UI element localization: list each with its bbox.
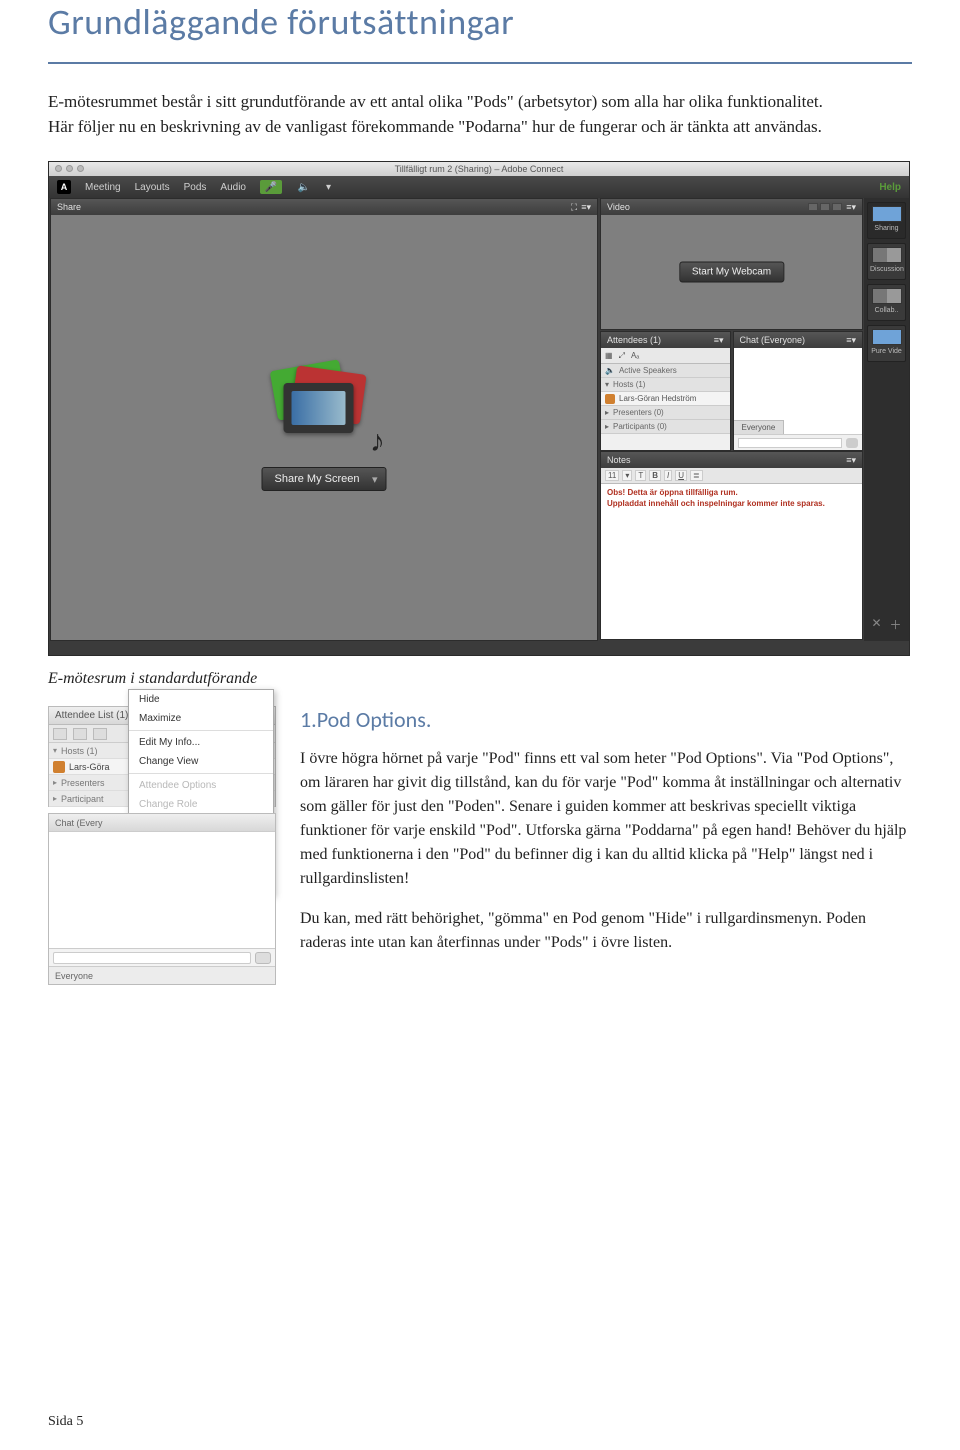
bold-icon[interactable]: B xyxy=(649,470,661,481)
chat-panel-small: Chat (Every Everyone xyxy=(48,813,276,985)
figure-caption: E-mötesrum i standardutförande xyxy=(48,670,912,688)
pod-options-icon[interactable]: ≡▾ xyxy=(846,335,856,346)
video-layout-icons[interactable] xyxy=(808,203,842,211)
menu-item-edit-my-info[interactable]: Edit My Info... xyxy=(129,733,273,752)
layout-rail: Sharing Discussion Collab.. Pure Vide ✕ … xyxy=(864,198,909,641)
chat-text-input[interactable] xyxy=(738,438,843,448)
video-pod-title: Video xyxy=(607,202,630,212)
window-title: Tillfälligt rum 2 (Sharing) – Adobe Conn… xyxy=(395,164,564,174)
share-pod-header: Share ⛶ ≡▾ xyxy=(51,199,597,215)
notes-toolbar: 11▾ T B I U ≣ xyxy=(601,468,862,484)
active-speakers-row: 🔈Active Speakers xyxy=(601,364,730,378)
menu-help[interactable]: Help xyxy=(879,182,901,193)
title-rule xyxy=(48,62,912,64)
attendees-toolbar: ▦ ⤢ Aₐ xyxy=(601,348,730,364)
speaker-icon[interactable]: 🔈 xyxy=(296,180,312,194)
hosts-section[interactable]: ▾Hosts (1) xyxy=(601,378,730,392)
share-media-icon: ♪ xyxy=(269,365,379,455)
attendee-list-title: Attendee List (1) xyxy=(55,710,128,721)
traffic-lights xyxy=(55,165,84,172)
layout-collab[interactable]: Collab.. xyxy=(867,284,906,321)
menu-item-maximize[interactable]: Maximize xyxy=(129,709,273,728)
intro-paragraph: E-mötesrummet består i sitt grundutföran… xyxy=(48,90,828,139)
share-pod-title: Share xyxy=(57,202,81,212)
menu-audio[interactable]: Audio xyxy=(220,182,246,193)
microphone-icon[interactable]: 🎤 xyxy=(260,180,282,194)
layout-discussion[interactable]: Discussion xyxy=(867,243,906,280)
page-number: Sida 5 xyxy=(48,1414,83,1430)
font-size-icon[interactable]: 11 xyxy=(605,470,619,481)
italic-icon[interactable]: I xyxy=(664,470,672,481)
menu-meeting[interactable]: Meeting xyxy=(85,182,121,193)
notes-content[interactable]: Obs! Detta är öppna tillfälliga rum. Upp… xyxy=(601,484,862,513)
participants-section[interactable]: ▸Participants (0) xyxy=(601,420,730,434)
menu-separator xyxy=(129,773,273,774)
host-icon xyxy=(605,394,615,404)
section-paragraph-2: Du kan, med rätt behörighet, "gömma" en … xyxy=(300,907,912,955)
fullscreen-icon[interactable]: ⛶ xyxy=(571,202,577,213)
menu-separator xyxy=(129,730,273,731)
bullets-icon[interactable]: ≣ xyxy=(690,470,703,481)
pod-options-icon[interactable]: ≡▾ xyxy=(846,455,856,466)
chat-send-icon[interactable] xyxy=(255,952,271,964)
add-layout-icon[interactable]: ＋ xyxy=(890,616,902,633)
font-color-icon[interactable]: T xyxy=(635,470,646,481)
chat-tab-everyone[interactable]: Everyone xyxy=(734,420,785,434)
page-title: Grundläggande förutsättningar xyxy=(48,0,912,44)
pod-options-icon[interactable]: ≡▾ xyxy=(581,202,591,213)
presenters-section[interactable]: ▸Presenters (0) xyxy=(601,406,730,420)
close-layout-icon[interactable]: ✕ xyxy=(871,616,881,633)
chat-pod: Chat (Everyone) ≡▾ Everyone xyxy=(733,331,864,451)
menu-pods[interactable]: Pods xyxy=(184,182,207,193)
chat-tab-everyone[interactable]: Everyone xyxy=(49,966,275,984)
notes-title: Notes xyxy=(607,455,631,465)
chat-input-row xyxy=(734,434,863,450)
minimize-dot-icon xyxy=(66,165,73,172)
menu-item-change-view[interactable]: Change View xyxy=(129,752,273,771)
expand-icon[interactable] xyxy=(73,728,87,740)
zoom-dot-icon xyxy=(77,165,84,172)
attendee-row[interactable]: Lars-Göran Hedström xyxy=(601,392,730,406)
expand-icon[interactable]: ⤢ xyxy=(619,351,625,361)
text-icon[interactable] xyxy=(93,728,107,740)
adobe-connect-screenshot: Tillfälligt rum 2 (Sharing) – Adobe Conn… xyxy=(48,161,910,656)
chat-send-icon[interactable] xyxy=(846,438,858,448)
host-icon xyxy=(53,761,65,773)
menu-item-change-role: Change Role xyxy=(129,795,273,814)
underline-icon[interactable]: U xyxy=(675,470,687,481)
text-icon[interactable]: Aₐ xyxy=(631,351,639,360)
grid-icon[interactable] xyxy=(53,728,67,740)
chat-title: Chat (Everyone) xyxy=(740,335,806,345)
notes-pod: Notes ≡▾ 11▾ T B I U ≣ Obs! Detta är öpp… xyxy=(600,451,863,640)
pod-options-menu-screenshot: Attendee List (1) ≡▾ ▾Hosts (1) Lars-Gör… xyxy=(48,706,276,985)
menubar: A Meeting Layouts Pods Audio 🎤 🔈 ▾ Help xyxy=(49,176,909,198)
pod-options-icon[interactable]: ≡▾ xyxy=(846,202,856,213)
adobe-logo-icon: A xyxy=(57,180,71,194)
pod-options-icon[interactable]: ≡▾ xyxy=(714,335,724,346)
status-icon[interactable]: ▾ xyxy=(326,182,331,193)
chat-text-input[interactable] xyxy=(53,952,251,964)
close-dot-icon xyxy=(55,165,62,172)
mac-titlebar: Tillfälligt rum 2 (Sharing) – Adobe Conn… xyxy=(49,162,909,176)
menu-item-attendee-options: Attendee Options xyxy=(129,776,273,795)
layout-sharing[interactable]: Sharing xyxy=(867,202,906,239)
video-pod: Video ≡▾ Start My Webcam xyxy=(600,198,863,330)
share-pod: Share ⛶ ≡▾ ♪ Share My Screen xyxy=(50,198,598,641)
attendees-title: Attendees (1) xyxy=(607,335,661,345)
layout-purevideo[interactable]: Pure Vide xyxy=(867,325,906,362)
share-screen-button[interactable]: Share My Screen xyxy=(262,467,387,491)
section-heading: 1.Pod Options. xyxy=(300,706,912,733)
start-webcam-button[interactable]: Start My Webcam xyxy=(679,262,784,283)
attendees-pod: Attendees (1) ≡▾ ▦ ⤢ Aₐ 🔈Active Speakers… xyxy=(600,331,731,451)
menu-layouts[interactable]: Layouts xyxy=(135,182,170,193)
menu-item-hide[interactable]: Hide xyxy=(129,690,273,709)
section-paragraph-1: I övre högra hörnet på varje "Pod" finns… xyxy=(300,747,912,891)
chat-title: Chat (Every xyxy=(55,818,103,828)
view-icon[interactable]: ▦ xyxy=(605,351,613,360)
